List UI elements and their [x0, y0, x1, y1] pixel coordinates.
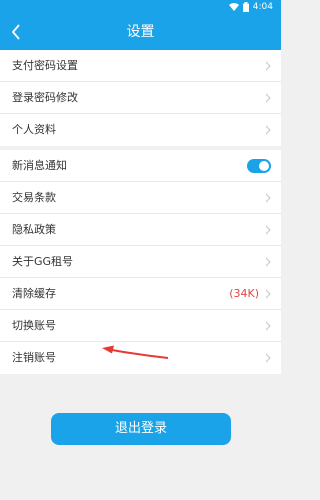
settings-item-label: 切换账号	[12, 319, 56, 332]
settings-item-label: 交易条款	[12, 191, 56, 204]
status-bar: 4:04	[0, 0, 281, 14]
settings-item-about[interactable]: 关于GG租号	[0, 246, 281, 278]
settings-item-label: 个人资料	[12, 123, 56, 136]
settings-item-login-password[interactable]: 登录密码修改	[0, 82, 281, 114]
settings-group-account: 支付密码设置 登录密码修改 个人资料	[0, 50, 281, 146]
settings-item-payment-password[interactable]: 支付密码设置	[0, 50, 281, 82]
settings-item-clear-cache[interactable]: 清除缓存 (34K)	[0, 278, 281, 310]
chevron-right-icon	[265, 125, 271, 135]
settings-item-label: 支付密码设置	[12, 59, 78, 72]
toggle-knob	[259, 161, 269, 171]
wifi-icon	[228, 3, 239, 11]
settings-item-label: 隐私政策	[12, 223, 56, 236]
chevron-right-icon	[265, 93, 271, 103]
battery-icon	[242, 2, 249, 12]
settings-item-label: 注销账号	[12, 351, 56, 364]
page-title: 设置	[126, 24, 155, 40]
logout-button[interactable]: 退出登录	[51, 413, 231, 445]
chevron-right-icon	[265, 257, 271, 267]
chevron-right-icon	[265, 289, 271, 299]
settings-item-switch-account[interactable]: 切换账号	[0, 310, 281, 342]
chevron-right-icon	[265, 353, 271, 363]
notification-toggle[interactable]	[247, 159, 271, 173]
settings-item-label: 新消息通知	[12, 159, 67, 172]
settings-item-terms[interactable]: 交易条款	[0, 182, 281, 214]
settings-item-privacy[interactable]: 隐私政策	[0, 214, 281, 246]
annotation-arrow-icon	[102, 345, 169, 359]
chevron-right-icon	[265, 193, 271, 203]
status-time: 4:04	[252, 2, 273, 12]
chevron-right-icon	[265, 225, 271, 235]
app-bar: 设置	[0, 14, 281, 50]
settings-item-label: 关于GG租号	[12, 255, 74, 268]
settings-group-general: 新消息通知 交易条款 隐私政策 关于GG租号 清除缓存 (34K) 切换账号 注…	[0, 150, 281, 374]
settings-item-label: 清除缓存	[12, 287, 56, 300]
settings-item-profile[interactable]: 个人资料	[0, 114, 281, 146]
status-icons: 4:04	[228, 1, 273, 13]
chevron-right-icon	[265, 61, 271, 71]
settings-item-notification: 新消息通知	[0, 150, 281, 182]
cache-size: (34K)	[229, 287, 259, 300]
settings-item-label: 登录密码修改	[12, 91, 78, 104]
chevron-right-icon	[265, 321, 271, 331]
